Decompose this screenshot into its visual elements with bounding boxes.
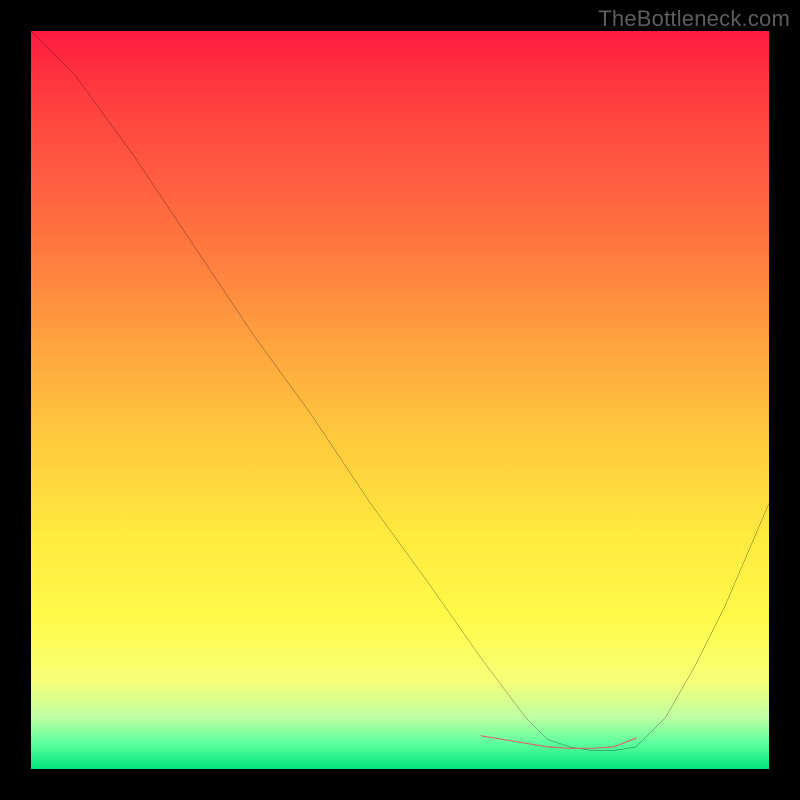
watermark-text: TheBottleneck.com bbox=[598, 6, 790, 32]
bottleneck-chart-svg bbox=[31, 31, 769, 769]
chart-area bbox=[31, 31, 769, 769]
flatspot-highlight bbox=[481, 736, 636, 749]
bottleneck-curve bbox=[31, 31, 769, 751]
